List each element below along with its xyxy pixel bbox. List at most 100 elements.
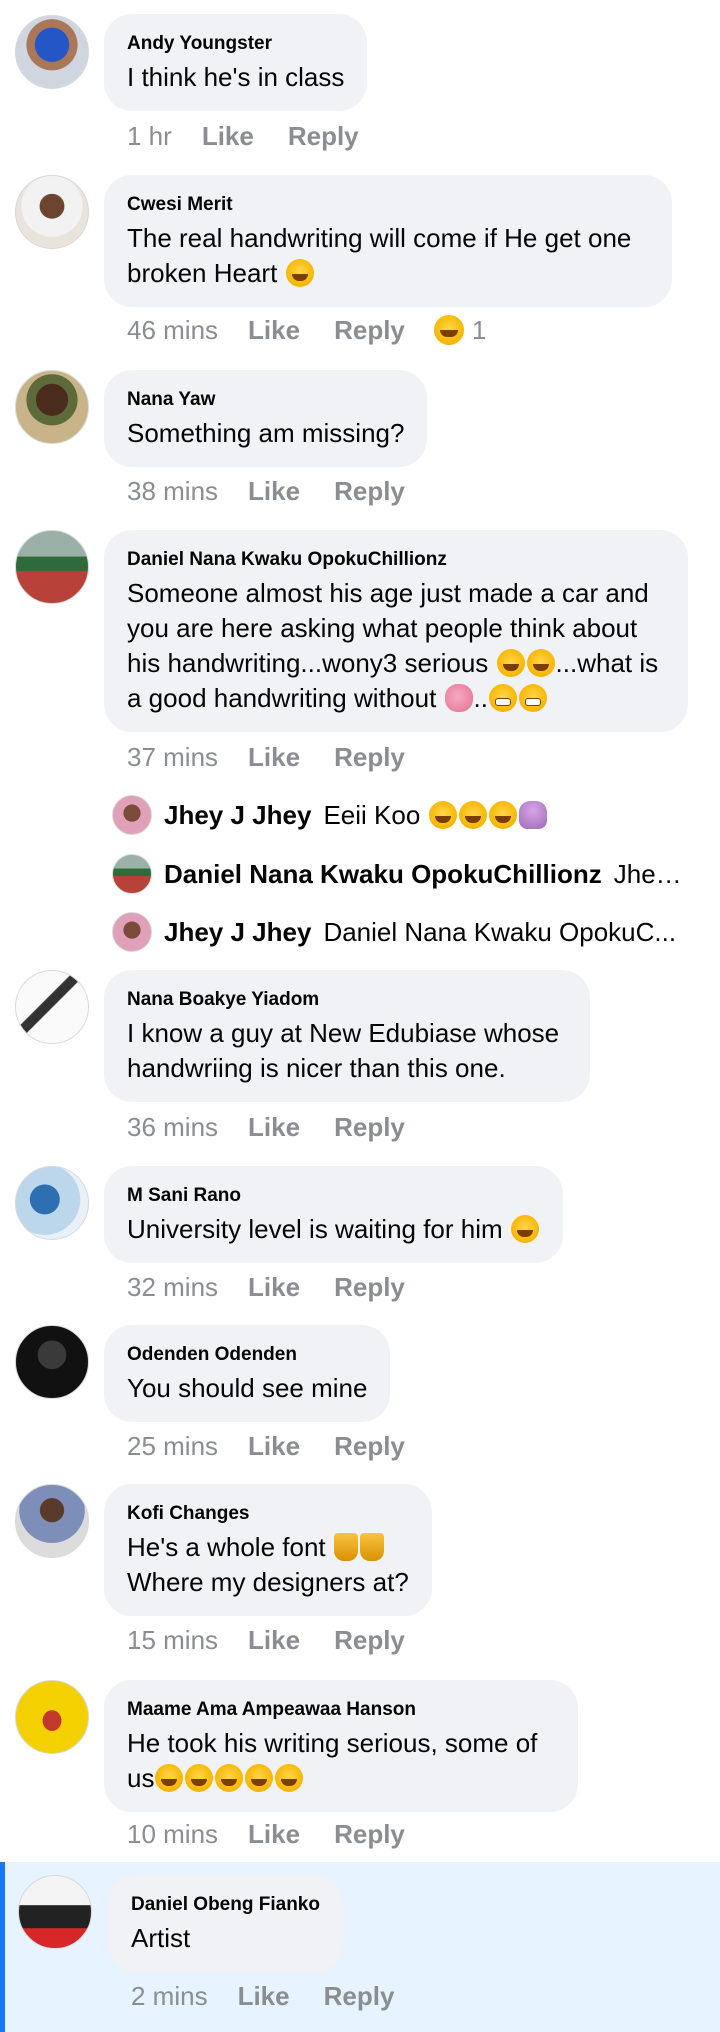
like-button[interactable]: Like [248,1625,300,1655]
comment-time[interactable]: 36 mins [127,1112,218,1142]
comment-meta: 10 mins Like Reply [127,1819,439,1849]
rofl-emoji-icon [185,1764,214,1792]
like-button[interactable]: Like [248,742,300,772]
reply-button[interactable]: Reply [334,1272,405,1302]
like-button[interactable]: Like [248,1272,300,1302]
like-button[interactable]: Like [248,1819,300,1849]
reply-button[interactable]: Reply [288,121,359,151]
reply-button[interactable]: Reply [324,1981,395,2011]
comment-text: Artist [131,1923,191,1953]
like-button[interactable]: Like [202,121,254,151]
trophy-emoji-icon [359,1533,384,1561]
rofl-emoji-icon [275,1764,304,1792]
brain-emoji-icon [444,684,473,712]
reply-item[interactable]: Jhey J Jhey Daniel Nana Kwaku OpokuC... [112,909,682,955]
comment-bubble: Cwesi Merit The real handwriting will co… [104,175,672,307]
avatar[interactable] [15,175,89,249]
comment-author[interactable]: Kofi Changes [127,1502,409,1526]
comment-time[interactable]: 25 mins [127,1431,218,1461]
comment-time[interactable]: 38 mins [127,476,218,506]
comment-bubble: Nana Boakye Yiadom I know a guy at New E… [104,970,590,1102]
comment-bubble: Maame Ama Ampeawaa Hanson He took his wr… [104,1680,578,1812]
comment-meta: 36 mins Like Reply [127,1112,439,1142]
comment-text: I know a guy at New Edubiase whose handw… [127,1018,560,1083]
comment-author[interactable]: M Sani Rano [127,1184,540,1208]
comment-text: I think he's in class [127,62,345,92]
rofl-emoji-icon [215,1764,244,1792]
reply-button[interactable]: Reply [334,742,405,772]
reply-author[interactable]: Daniel Nana Kwaku OpokuChillionz [164,859,602,890]
comment-time[interactable]: 10 mins [127,1819,218,1849]
comment-bubble: Odenden Odenden You should see mine [104,1325,391,1422]
avatar[interactable] [15,370,89,444]
comment-time[interactable]: 15 mins [127,1625,218,1655]
avatar[interactable] [112,912,152,952]
like-button[interactable]: Like [248,1112,300,1142]
like-button[interactable]: Like [238,1981,290,2011]
reply-item[interactable]: Daniel Nana Kwaku OpokuChillionz Jhey... [112,851,682,897]
rofl-emoji-icon [496,649,525,677]
comment-text: You should see mine [127,1373,368,1403]
avatar[interactable] [15,970,89,1044]
comment-text: He took his writing serious, some of us [127,1728,538,1793]
comment-author[interactable]: Andy Youngster [127,32,344,56]
avatar[interactable] [112,795,152,835]
like-button[interactable]: Like [248,315,300,345]
reply-button[interactable]: Reply [334,1819,405,1849]
avatar[interactable] [15,1484,89,1558]
comment-author[interactable]: Maame Ama Ampeawaa Hanson [127,1698,555,1722]
comment-time[interactable]: 2 mins [131,1981,208,2011]
comment-meta: 2 mins Like Reply [131,1981,428,2011]
comment-time[interactable]: 37 mins [127,742,218,772]
comment-author[interactable]: Daniel Nana Kwaku OpokuChillionz [127,548,665,572]
reply-item[interactable]: Jhey J Jhey Eeii Koo [112,792,682,838]
avatar[interactable] [15,1680,89,1754]
rofl-emoji-icon [526,649,555,677]
facepalm-emoji-icon [518,800,547,829]
reaction-count: 1 [471,315,487,345]
comment-time[interactable]: 32 mins [127,1272,218,1302]
comment-text: Something am missing? [127,418,405,448]
rofl-emoji-icon [155,1764,184,1792]
joy-emoji-icon [488,800,517,829]
grimacing-emoji-icon [519,684,547,712]
avatar[interactable] [112,854,152,894]
reply-button[interactable]: Reply [334,1625,405,1655]
comment-text: The real handwriting will come if He get… [127,223,632,288]
comment-author[interactable]: Odenden Odenden [127,1343,367,1367]
comment-meta: 25 mins Like Reply [127,1431,439,1461]
comment-meta: 46 mins Like Reply 1 [127,315,486,345]
rofl-emoji-icon [245,1764,274,1792]
reply-author[interactable]: Jhey J Jhey [164,800,311,831]
reaction-badge[interactable]: 1 [433,315,486,345]
joy-emoji-icon [428,800,457,829]
avatar[interactable] [18,1875,92,1949]
comment-time[interactable]: 1 hr [127,121,172,151]
avatar[interactable] [15,1166,89,1240]
comment-bubble: Kofi Changes He's a whole font Where my … [104,1484,432,1616]
reply-author[interactable]: Jhey J Jhey [164,917,311,948]
comment-meta: 1 hr Like Reply [127,121,393,151]
reply-text: Eeii Koo [323,800,547,831]
comment-time[interactable]: 46 mins [127,315,218,345]
like-button[interactable]: Like [248,476,300,506]
comment-author[interactable]: Nana Yaw [127,388,404,412]
comment-author[interactable]: Nana Boakye Yiadom [127,988,567,1012]
comment-bubble: Daniel Obeng Fianko Artist [108,1875,343,1972]
comment-bubble: Andy Youngster I think he's in class [104,14,368,111]
reply-text: Jhey... [613,858,682,889]
like-button[interactable]: Like [248,1431,300,1461]
reply-button[interactable]: Reply [334,476,405,506]
avatar[interactable] [15,1325,89,1399]
reply-button[interactable]: Reply [334,1112,405,1142]
comment-text: University level is waiting for him [127,1212,540,1247]
avatar[interactable] [15,15,89,89]
reply-button[interactable]: Reply [334,315,405,345]
comment-author[interactable]: Cwesi Merit [127,193,649,217]
avatar[interactable] [15,530,89,604]
rofl-emoji-icon [285,259,314,287]
comment-meta: 15 mins Like Reply [127,1625,439,1655]
reply-button[interactable]: Reply [334,1431,405,1461]
comment-author[interactable]: Daniel Obeng Fianko [131,1893,320,1917]
comment-meta: 32 mins Like Reply [127,1272,439,1302]
